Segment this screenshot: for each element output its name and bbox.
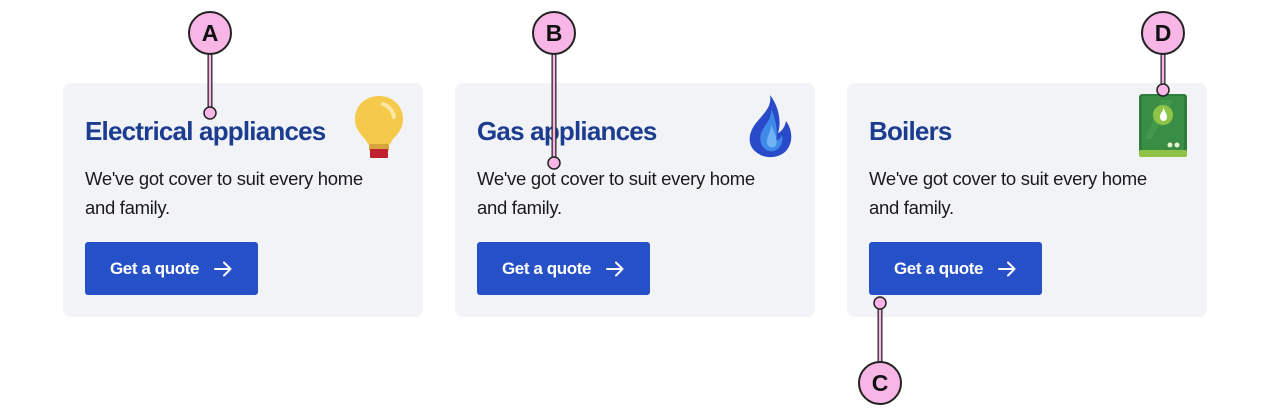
card-title: Gas appliances — [477, 116, 657, 146]
card-title: Boilers — [869, 116, 952, 146]
arrow-right-icon — [213, 259, 233, 279]
card-description: We've got cover to suit every home and f… — [869, 168, 1147, 218]
annotation-marker-d: D — [1141, 11, 1185, 55]
get-a-quote-button[interactable]: Get a quote — [869, 242, 1042, 295]
button-label: Get a quote — [109, 258, 200, 278]
annotation-marker-a: A — [188, 11, 232, 55]
flame-icon — [744, 93, 794, 164]
card-description: We've got cover to suit every home and f… — [85, 168, 363, 218]
lightbulb-icon — [353, 94, 405, 165]
card-boilers: Boilers We've got cover to suit every ho… — [847, 83, 1207, 317]
card-title: Electrical appliances — [85, 116, 326, 146]
card-gas-appliances: Gas appliances We've got cover to suit e… — [455, 83, 815, 317]
product-cards-section: Electrical appliances We've got cover to… — [0, 0, 1280, 416]
get-a-quote-button[interactable]: Get a quote — [85, 242, 258, 295]
boiler-icon — [1139, 93, 1187, 164]
arrow-right-icon — [997, 259, 1017, 279]
button-label: Get a quote — [893, 258, 984, 278]
card-description: We've got cover to suit every home and f… — [477, 168, 755, 218]
annotation-marker-c: C — [858, 361, 902, 405]
annotation-marker-b: B — [532, 11, 576, 55]
card-electrical-appliances: Electrical appliances We've got cover to… — [63, 83, 423, 317]
arrow-right-icon — [605, 259, 625, 279]
get-a-quote-button[interactable]: Get a quote — [477, 242, 650, 295]
button-label: Get a quote — [501, 258, 592, 278]
